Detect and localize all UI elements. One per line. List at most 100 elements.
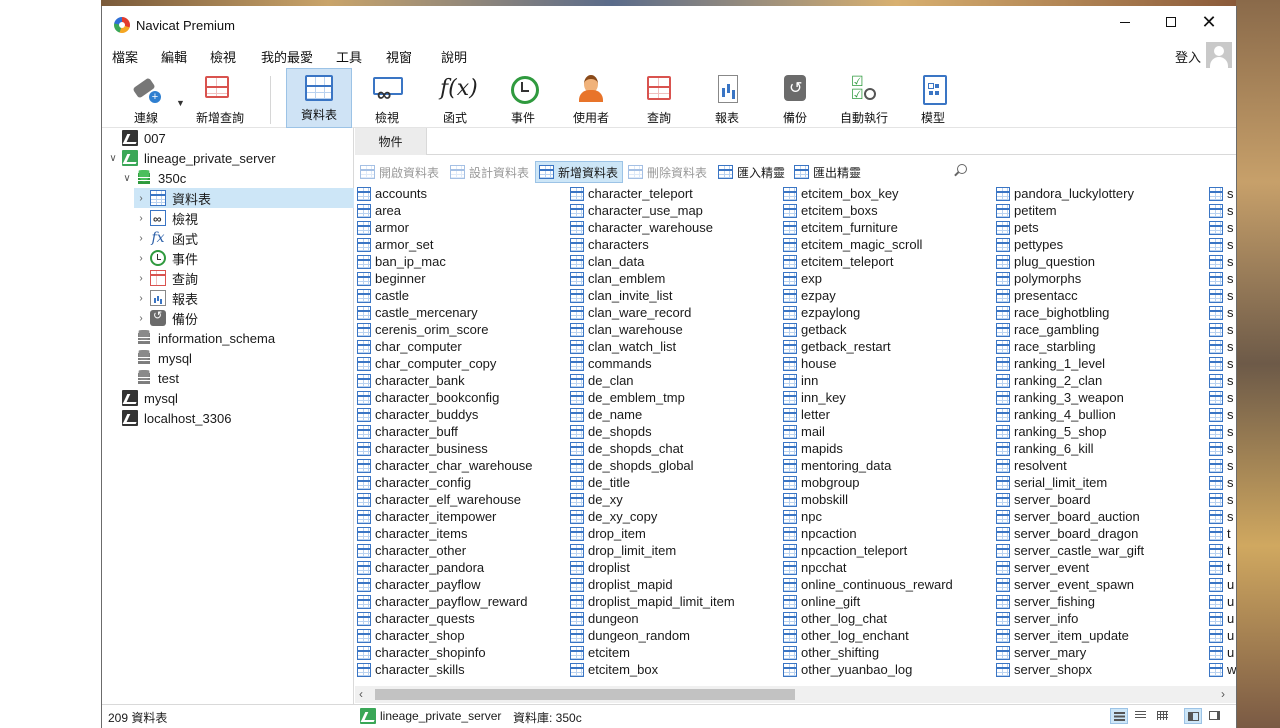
table-item[interactable]: other_yuanbao_log [783, 661, 996, 678]
view-button[interactable]: 檢視 [358, 68, 416, 128]
tree-item-localhost[interactable]: localhost_3306 [106, 408, 231, 428]
scroll-thumb[interactable] [375, 689, 795, 700]
design-table-button[interactable]: 設計資料表 [447, 161, 529, 183]
table-item[interactable]: mapids [783, 440, 996, 457]
table-item[interactable]: etcitem_boxs [783, 202, 996, 219]
table-item[interactable]: server_shopx [996, 661, 1209, 678]
model-button[interactable]: 模型 [904, 68, 962, 128]
table-item[interactable]: armor_set [357, 236, 570, 253]
table-item[interactable]: s [1209, 321, 1236, 338]
table-item[interactable]: dungeon_random [570, 627, 783, 644]
tab-objects[interactable]: 物件 [355, 128, 427, 155]
table-item[interactable]: character_payflow [357, 576, 570, 593]
table-item[interactable]: character_warehouse [570, 219, 783, 236]
detail-view-button[interactable] [1154, 708, 1172, 724]
table-item[interactable]: server_event [996, 559, 1209, 576]
table-item[interactable]: de_emblem_tmp [570, 389, 783, 406]
table-item[interactable]: server_item_update [996, 627, 1209, 644]
table-item[interactable]: de_shopds_global [570, 457, 783, 474]
table-item[interactable]: u [1209, 644, 1236, 661]
table-item[interactable]: etcitem_magic_scroll [783, 236, 996, 253]
table-item[interactable]: npcchat [783, 559, 996, 576]
table-item[interactable]: etcitem [570, 644, 783, 661]
new-table-button[interactable]: 新增資料表 [535, 161, 624, 183]
table-item[interactable]: npc [783, 508, 996, 525]
table-item[interactable]: mail [783, 423, 996, 440]
connect-button[interactable]: 連線 [118, 68, 174, 128]
horizontal-scrollbar[interactable]: ‹ › [355, 686, 1236, 703]
table-item[interactable]: character_bookconfig [357, 389, 570, 406]
table-item[interactable]: server_board_auction [996, 508, 1209, 525]
table-item[interactable]: npcaction [783, 525, 996, 542]
table-item[interactable]: polymorphs [996, 270, 1209, 287]
tree-item-mysql-connection[interactable]: mysql [106, 388, 178, 408]
table-item[interactable]: character_elf_warehouse [357, 491, 570, 508]
table-item[interactable]: character_teleport [570, 185, 783, 202]
table-button[interactable]: 資料表 [286, 68, 352, 128]
table-item[interactable]: s [1209, 270, 1236, 287]
table-item[interactable]: getback_restart [783, 338, 996, 355]
table-item[interactable]: petitem [996, 202, 1209, 219]
table-item[interactable]: de_name [570, 406, 783, 423]
table-item[interactable]: server_mary [996, 644, 1209, 661]
open-table-button[interactable]: 開啟資料表 [357, 161, 439, 183]
table-item[interactable]: exp [783, 270, 996, 287]
table-item[interactable]: character_quests [357, 610, 570, 627]
table-item[interactable]: ban_ip_mac [357, 253, 570, 270]
table-item[interactable]: s [1209, 457, 1236, 474]
right-pane-toggle[interactable] [1206, 708, 1224, 724]
table-item[interactable]: other_log_enchant [783, 627, 996, 644]
tile-view-button[interactable] [1110, 708, 1128, 724]
event-button[interactable]: 事件 [494, 68, 552, 128]
list-view-button[interactable] [1132, 708, 1150, 724]
table-item[interactable]: pandora_luckylottery [996, 185, 1209, 202]
table-item[interactable]: de_clan [570, 372, 783, 389]
table-item[interactable]: clan_invite_list [570, 287, 783, 304]
tree-item-007[interactable]: 007 [106, 128, 166, 148]
table-item[interactable]: s [1209, 440, 1236, 457]
table-item[interactable]: u [1209, 610, 1236, 627]
table-item[interactable]: de_xy_copy [570, 508, 783, 525]
chevron-right-icon[interactable]: › [134, 193, 148, 204]
table-item[interactable]: character_use_map [570, 202, 783, 219]
table-item[interactable]: beginner [357, 270, 570, 287]
table-item[interactable]: s [1209, 236, 1236, 253]
report-button[interactable]: 報表 [698, 68, 756, 128]
table-item[interactable]: armor [357, 219, 570, 236]
table-item[interactable]: s [1209, 474, 1236, 491]
table-item[interactable]: character_payflow_reward [357, 593, 570, 610]
tree-item-tables[interactable]: › 資料表 [134, 188, 354, 208]
table-item[interactable]: s [1209, 304, 1236, 321]
table-item[interactable]: t [1209, 542, 1236, 559]
table-item[interactable]: character_buddys [357, 406, 570, 423]
table-item[interactable]: character_itempower [357, 508, 570, 525]
tree-item-information-schema[interactable]: information_schema [120, 328, 275, 348]
close-button[interactable]: ✕ [1186, 6, 1232, 38]
scroll-right-icon[interactable]: › [1221, 686, 1225, 703]
menu-window[interactable]: 視窗 [386, 47, 412, 66]
table-item[interactable]: other_log_chat [783, 610, 996, 627]
table-item[interactable]: s [1209, 338, 1236, 355]
chevron-down-icon[interactable]: ∨ [106, 153, 120, 164]
login-link[interactable]: 登入 [1175, 47, 1201, 66]
table-item[interactable]: character_bank [357, 372, 570, 389]
query-button[interactable]: 查詢 [630, 68, 688, 128]
table-item[interactable]: t [1209, 525, 1236, 542]
delete-table-button[interactable]: 刪除資料表 [625, 161, 707, 183]
table-item[interactable]: plug_question [996, 253, 1209, 270]
table-item[interactable]: clan_emblem [570, 270, 783, 287]
table-item[interactable]: s [1209, 372, 1236, 389]
tree-item-mysql-db[interactable]: mysql [120, 348, 192, 368]
menu-file[interactable]: 檔案 [112, 47, 138, 66]
chevron-right-icon[interactable]: › [134, 213, 148, 224]
table-item[interactable]: de_shopds_chat [570, 440, 783, 457]
table-item[interactable]: de_shopds [570, 423, 783, 440]
automation-button[interactable]: 自動執行 [832, 68, 896, 128]
new-query-button[interactable]: 新增查詢 [190, 68, 250, 128]
table-item[interactable]: character_shopinfo [357, 644, 570, 661]
table-item[interactable]: etcitem_box [570, 661, 783, 678]
table-item[interactable]: clan_warehouse [570, 321, 783, 338]
table-item[interactable]: character_config [357, 474, 570, 491]
table-item[interactable]: house [783, 355, 996, 372]
table-item[interactable]: clan_data [570, 253, 783, 270]
